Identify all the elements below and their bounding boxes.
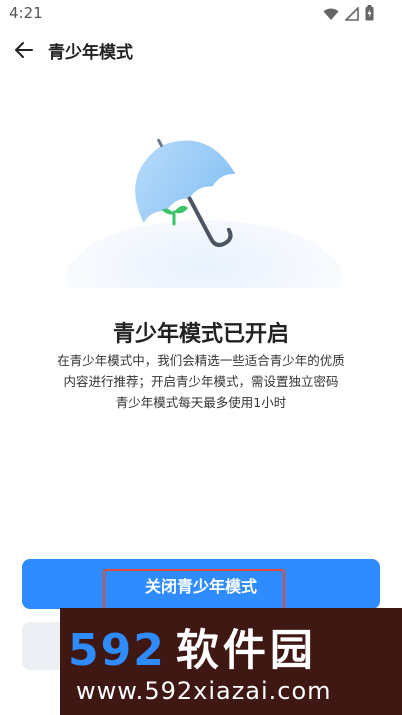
wifi-icon	[323, 6, 339, 25]
top-app-bar: 青少年模式	[0, 32, 402, 68]
watermark-url: www.592xiazai.com	[76, 677, 332, 705]
description-line-3: 青少年模式每天最多使用1小时	[115, 395, 287, 410]
status-bar: 4:21	[0, 0, 402, 28]
description-line-1: 在青少年模式中，我们会精选一些适合青少年的优质	[57, 353, 345, 368]
disable-teen-mode-button[interactable]: 关闭青少年模式	[22, 559, 380, 609]
status-icons	[323, 5, 374, 25]
watermark-logo: 592 软件园	[68, 616, 317, 678]
watermark-text: 软件园	[175, 626, 317, 676]
signal-icon	[344, 5, 359, 25]
description-line-2: 内容进行推荐；开启青少年模式，需设置独立密码	[63, 374, 339, 389]
teen-mode-screen: 4:21 青少年模式 青少年模式已开启 在青少年模式中，我们会精选一些适合青少年…	[0, 0, 402, 715]
umbrella-illustration	[64, 128, 344, 336]
page-title: 青少年模式	[48, 43, 133, 63]
back-arrow-icon[interactable]	[12, 38, 36, 62]
battery-icon	[365, 5, 374, 25]
teen-mode-enabled-heading: 青少年模式已开启	[112, 322, 289, 347]
watermark-overlay: 592 软件园 www.592xiazai.com	[60, 608, 402, 715]
disable-teen-mode-label: 关闭青少年模式	[144, 577, 257, 596]
watermark-number: 592	[68, 625, 166, 676]
status-time: 4:21	[9, 4, 43, 22]
